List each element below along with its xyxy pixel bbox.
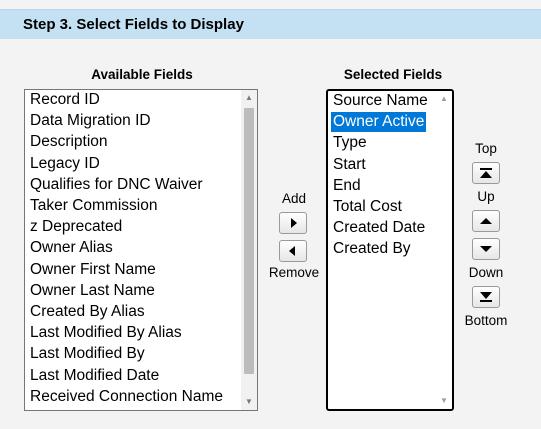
- list-item[interactable]: z Deprecated: [28, 217, 124, 237]
- bottom-label: Bottom: [464, 313, 508, 328]
- list-item[interactable]: Created By Alias: [28, 302, 147, 322]
- list-item[interactable]: Type: [331, 133, 369, 153]
- triangle-down-icon: [480, 246, 492, 252]
- down-label: Down: [468, 265, 504, 280]
- triangle-right-icon: [291, 218, 297, 228]
- add-label: Add: [281, 191, 307, 206]
- move-top-icon: [480, 168, 492, 178]
- list-item[interactable]: Owner Active: [331, 112, 427, 133]
- top-label: Top: [475, 141, 497, 156]
- available-fields-list[interactable]: Record ID Data Migration ID Description Leg…: [24, 89, 258, 411]
- list-item[interactable]: Start: [331, 155, 368, 175]
- list-item[interactable]: Taker Commission: [28, 196, 159, 216]
- list-item[interactable]: Received Connection Name: [28, 387, 225, 407]
- triangle-up-icon: [480, 218, 492, 224]
- move-bottom-button[interactable]: [472, 286, 500, 308]
- list-item[interactable]: Last Modified By: [28, 344, 147, 364]
- scroll-down-arrow-icon[interactable]: ▼: [241, 394, 257, 410]
- list-item[interactable]: Source Name: [331, 91, 430, 111]
- move-top-button[interactable]: [472, 162, 500, 184]
- list-item[interactable]: Created By: [331, 239, 413, 259]
- remove-button[interactable]: [279, 240, 307, 262]
- move-bottom-icon: [480, 292, 492, 302]
- list-item[interactable]: Total Cost: [331, 197, 404, 217]
- selected-fields-label: Selected Fields: [343, 67, 443, 82]
- list-item[interactable]: Legacy ID: [28, 154, 102, 174]
- step-title: Step 3. Select Fields to Display: [23, 16, 244, 33]
- list-item[interactable]: Owner Last Name: [28, 281, 157, 301]
- scroll-up-arrow-icon[interactable]: ▲: [241, 90, 257, 106]
- list-item[interactable]: Created Date: [331, 218, 427, 238]
- list-item[interactable]: Owner Alias: [28, 238, 115, 258]
- list-item[interactable]: Record ID: [28, 90, 102, 110]
- list-item[interactable]: Qualifies for DNC Waiver: [28, 175, 205, 195]
- list-item[interactable]: Last Modified Date: [28, 366, 161, 386]
- move-down-button[interactable]: [472, 238, 500, 260]
- list-item[interactable]: Last Modified By Alias: [28, 323, 184, 343]
- available-fields-label: Available Fields: [91, 67, 193, 82]
- available-scrollbar[interactable]: ▲ ▼: [241, 90, 257, 410]
- selected-fields-list[interactable]: Source Name Owner Active Type Start End Total…: [326, 89, 454, 411]
- scroll-down-arrow-icon[interactable]: ▼: [436, 393, 452, 409]
- list-item[interactable]: Data Migration ID: [28, 111, 153, 131]
- step-header: Step 3. Select Fields to Display: [0, 9, 541, 39]
- selected-scrollbar[interactable]: ▲ ▼: [436, 91, 452, 409]
- list-item[interactable]: Description: [28, 132, 110, 152]
- triangle-left-icon: [289, 246, 295, 256]
- remove-label: Remove: [268, 265, 320, 280]
- add-button[interactable]: [279, 212, 307, 234]
- scroll-up-arrow-icon[interactable]: ▲: [436, 91, 452, 107]
- move-up-button[interactable]: [472, 210, 500, 232]
- scroll-thumb[interactable]: [244, 108, 254, 374]
- list-item[interactable]: Owner First Name: [28, 260, 158, 280]
- list-item[interactable]: End: [331, 176, 363, 196]
- up-label: Up: [477, 189, 495, 204]
